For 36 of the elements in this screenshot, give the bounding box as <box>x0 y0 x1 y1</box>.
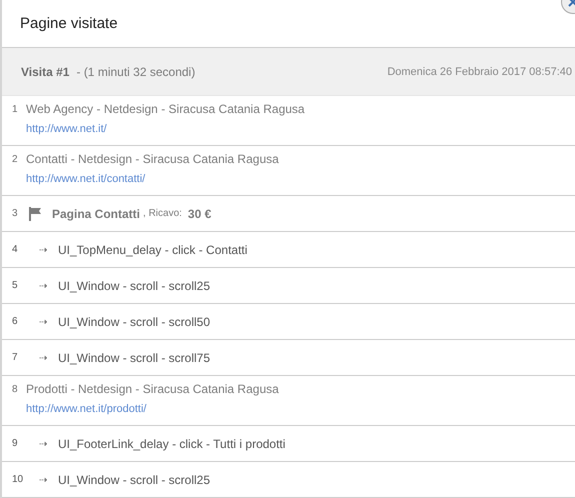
row-number: 9 <box>12 438 19 449</box>
arrow-glyph: ⇢ <box>38 474 48 486</box>
row-number: 6 <box>12 316 19 327</box>
page-title: Web Agency - Netdesign - Siracusa Catania Ragusa <box>26 102 305 116</box>
page-url-link[interactable]: http://www.net.it/ <box>26 123 107 135</box>
arrow-glyph: ⇢ <box>38 438 48 450</box>
row-number: 4 <box>12 244 19 255</box>
page-url-link[interactable]: http://www.net.it/prodotti/ <box>26 403 146 415</box>
row-number: 10 <box>12 474 24 485</box>
row-number: 1 <box>12 104 19 114</box>
event-text: UI_Window - scroll - scroll75 <box>58 350 210 364</box>
revenue-value: 30 € <box>188 206 212 220</box>
visit-duration: - (1 minuti 32 secondi) <box>76 64 196 78</box>
row-number: 8 <box>12 384 19 394</box>
revenue-label: , Ricavo: <box>143 208 182 219</box>
row-number: 2 <box>12 154 19 164</box>
arrow-glyph: ⇢ <box>38 352 48 364</box>
event-text: UI_FooterLink_delay - click - Tutti i prodotti <box>58 436 286 450</box>
flag-icon <box>28 206 44 220</box>
event-text: UI_Window - scroll - scroll25 <box>58 472 210 486</box>
page-url-link[interactable]: http://www.net.it/contatti/ <box>26 173 146 185</box>
row-number: 7 <box>12 352 19 363</box>
visit-date: Domenica 26 Febbraio 2017 08:57:40 <box>387 66 572 78</box>
arrow-glyph: ⇢ <box>38 280 48 292</box>
page-title: Prodotti - Netdesign - Siracusa Catania Ragusa <box>26 382 279 396</box>
row-number: 3 <box>12 208 19 219</box>
event-text: UI_Window - scroll - scroll50 <box>58 314 210 328</box>
page-title: Contatti - Netdesign - Siracusa Catania Ragusa <box>26 152 279 166</box>
event-text: UI_Window - scroll - scroll25 <box>58 278 210 292</box>
row-number: 5 <box>12 280 19 291</box>
arrow-glyph: ⇢ <box>38 316 48 328</box>
goal-title: Pagina Contatti <box>52 206 140 220</box>
modal-title: Pagine visitate <box>20 15 118 32</box>
arrow-glyph: ⇢ <box>38 244 48 256</box>
event-text: UI_TopMenu_delay - click - Contatti <box>58 242 248 256</box>
visit-label: Visita #1 <box>21 64 70 78</box>
